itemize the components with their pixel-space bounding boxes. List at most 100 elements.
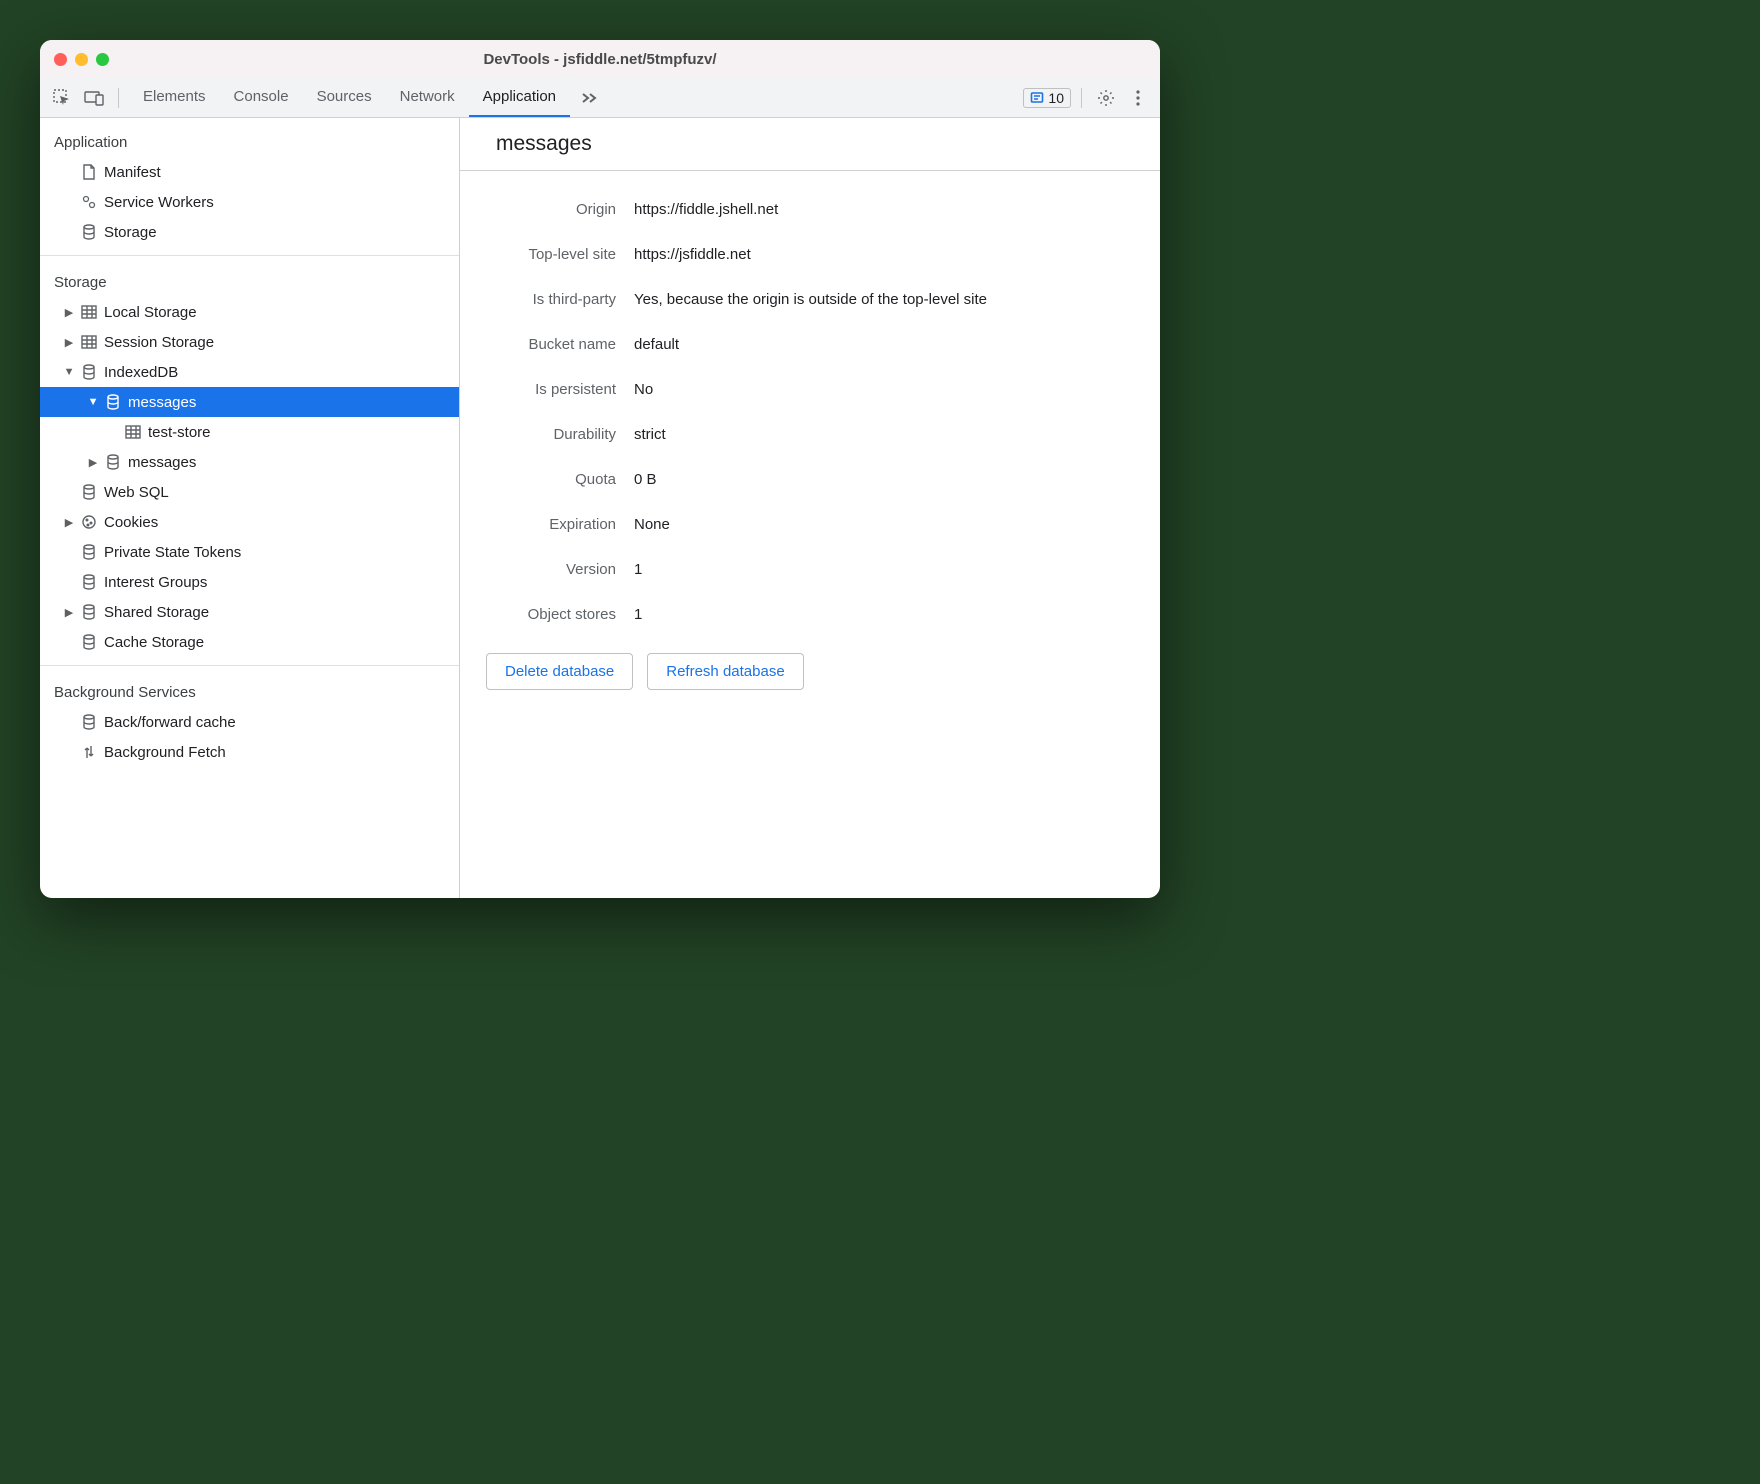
sidebar-item-shared-storage[interactable]: ▶ Shared Storage [40,597,459,627]
maximize-window-button[interactable] [96,53,109,66]
sidebar-item-indexeddb[interactable]: ▼ IndexedDB [40,357,459,387]
sidebar-item-cookies[interactable]: ▶ Cookies [40,507,459,537]
section-background-services: Background Services [40,674,459,707]
issues-badge[interactable]: 10 [1023,88,1071,108]
table-icon [80,305,98,319]
prop-key: Version [484,561,616,578]
main-title: messages [460,118,1160,171]
sidebar-item-cache-storage[interactable]: Cache Storage [40,627,459,657]
row-expiration: Expiration None [484,502,1136,547]
row-quota: Quota0 B [484,457,1136,502]
database-icon [80,604,98,620]
tree-label: Cache Storage [104,634,204,651]
settings-icon[interactable] [1092,84,1120,112]
sidebar-item-service-workers[interactable]: Service Workers [40,187,459,217]
sidebar-item-local-storage[interactable]: ▶ Local Storage [40,297,459,327]
sidebar-item-manifest[interactable]: Manifest [40,157,459,187]
tree-label: messages [128,454,196,471]
prop-key: Is third-party [484,291,616,308]
sidebar-item-storage-overview[interactable]: Storage [40,217,459,247]
prop-value: 1 [634,606,1136,623]
inspect-element-icon[interactable] [48,84,76,112]
row-bucket: Bucket namedefault [484,322,1136,367]
tree-label: Private State Tokens [104,544,241,561]
row-persistent: Is persistent No [484,367,1136,412]
table-icon [80,335,98,349]
row-toplevel: Top-level sitehttps://jsfiddle.net [484,232,1136,277]
issues-count: 10 [1048,90,1064,106]
row-version: Version 1 [484,547,1136,592]
more-tabs-button[interactable] [574,91,606,105]
database-icon [80,714,98,730]
tab-elements[interactable]: Elements [129,78,220,117]
tree-label: Session Storage [104,334,214,351]
sidebar-item-bgfetch[interactable]: Background Fetch [40,737,459,767]
tree-label: Shared Storage [104,604,209,621]
prop-key: Durability [484,426,616,443]
sidebar-item-interest-groups[interactable]: Interest Groups [40,567,459,597]
prop-value: Yes, because the origin is outside of th… [634,291,1136,308]
delete-database-button[interactable]: Delete database [486,653,633,690]
prop-key: Object stores [484,606,616,623]
kebab-menu-icon[interactable] [1124,84,1152,112]
prop-value: 1 [634,561,1136,578]
separator [118,88,119,108]
prop-value: https://fiddle.jshell.net [634,201,1136,218]
tree-label: test-store [148,424,211,441]
tree-label: Interest Groups [104,574,207,591]
sidebar-item-store-test-store[interactable]: test-store [40,417,459,447]
tab-sources[interactable]: Sources [303,78,386,117]
tab-network[interactable]: Network [386,78,469,117]
row-stores: Object stores 1 [484,592,1136,637]
window-controls [54,53,109,66]
panel-tabs: Elements Console Sources Network Applica… [129,78,570,117]
database-icon [80,224,98,240]
database-icon [80,634,98,650]
table-icon [124,425,142,439]
section-application: Application [40,124,459,157]
sidebar-item-session-storage[interactable]: ▶ Session Storage [40,327,459,357]
prop-value: None [634,516,1136,533]
refresh-database-button[interactable]: Refresh database [647,653,803,690]
tree-label: Background Fetch [104,744,226,761]
close-window-button[interactable] [54,53,67,66]
prop-value: strict [634,426,1136,443]
tab-console[interactable]: Console [220,78,303,117]
row-origin: Originhttps://fiddle.jshell.net [484,187,1136,232]
chevron-right-icon: ▶ [64,306,74,319]
gears-icon [80,194,98,210]
application-sidebar: Application Manifest Service Workers Sto… [40,118,460,898]
database-icon [104,454,122,470]
prop-value: default [634,336,1136,353]
arrows-vertical-icon [80,744,98,760]
titlebar: DevTools - jsfiddle.net/5tmpfuzv/ [40,40,1160,78]
tree-label: Service Workers [104,194,214,211]
devtools-window: DevTools - jsfiddle.net/5tmpfuzv/ Elemen… [40,40,1160,898]
row-thirdparty: Is third-party Yes, because the origin is… [484,277,1136,322]
tree-label: Local Storage [104,304,197,321]
tab-application[interactable]: Application [469,78,570,117]
separator [1081,88,1082,108]
chevron-right-icon: ▶ [64,606,74,619]
chevron-right-icon: ▶ [64,336,74,349]
device-toolbar-icon[interactable] [80,84,108,112]
tree-label: Cookies [104,514,158,531]
sidebar-item-websql[interactable]: Web SQL [40,477,459,507]
prop-key: Quota [484,471,616,488]
database-icon [104,394,122,410]
prop-key: Is persistent [484,381,616,398]
prop-value: https://jsfiddle.net [634,246,1136,263]
tree-label: IndexedDB [104,364,178,381]
tree-label: Back/forward cache [104,714,236,731]
database-icon [80,484,98,500]
sidebar-item-bfcache[interactable]: Back/forward cache [40,707,459,737]
sidebar-item-db-messages[interactable]: ▼ messages [40,387,459,417]
sidebar-item-db-messages-2[interactable]: ▶ messages [40,447,459,477]
prop-value: No [634,381,1136,398]
toolbar: Elements Console Sources Network Applica… [40,78,1160,118]
sidebar-item-private-state-tokens[interactable]: Private State Tokens [40,537,459,567]
minimize-window-button[interactable] [75,53,88,66]
prop-key: Expiration [484,516,616,533]
chevron-right-icon: ▶ [88,456,98,469]
tree-label: Storage [104,224,157,241]
